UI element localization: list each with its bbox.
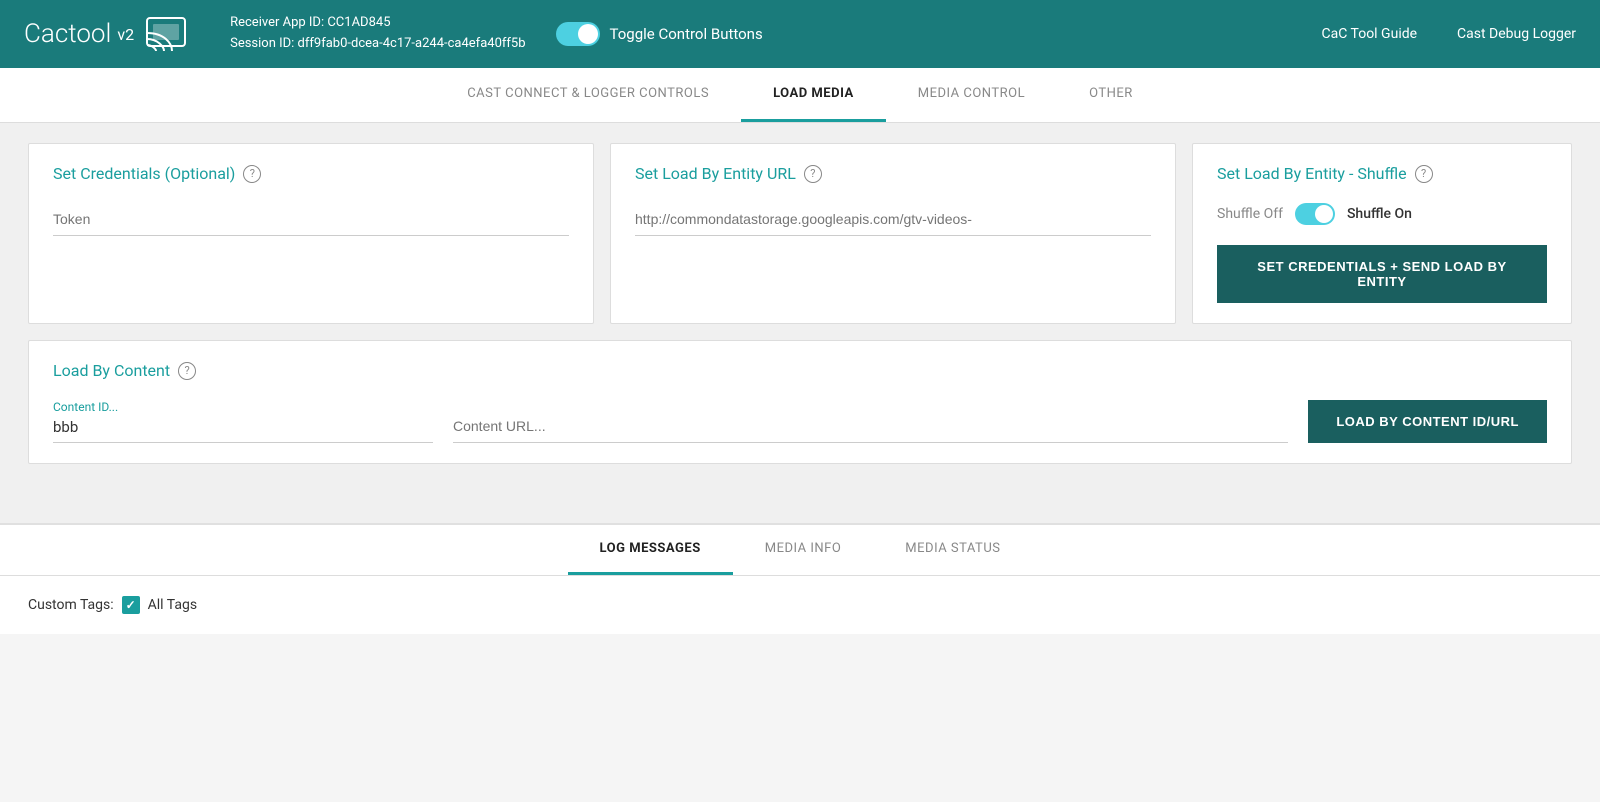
bottom-section: LOG MESSAGES MEDIA INFO MEDIA STATUS Cus… [0,523,1600,634]
content-id-section: Content ID... bbb [53,400,433,443]
token-input[interactable] [53,203,569,236]
logo: Cactool v2 [24,17,206,51]
credentials-card: Set Credentials (Optional) ? [28,143,594,324]
shuffle-help-icon[interactable]: ? [1415,165,1433,183]
shuffle-on-label: Shuffle On [1347,206,1412,222]
cast-debug-logger-link[interactable]: Cast Debug Logger [1457,26,1576,42]
session-id: Session ID: dff9fab0-dcea-4c17-a244-ca4e… [230,34,525,55]
bottom-tab-media-status[interactable]: MEDIA STATUS [873,525,1032,575]
load-by-content-button[interactable]: LOAD BY CONTENT ID/URL [1308,400,1547,443]
entity-url-card-title: Set Load By Entity URL ? [635,164,1151,183]
load-content-row: Content ID... bbb LOAD BY CONTENT ID/URL [53,400,1547,443]
receiver-app-id: Receiver App ID: CC1AD845 [230,13,525,34]
tab-load-media[interactable]: LOAD MEDIA [741,68,886,122]
content-url-section [453,410,1288,443]
set-credentials-send-load-button[interactable]: SET CREDENTIALS + SEND LOAD BY ENTITY [1217,245,1547,303]
load-content-card: Load By Content ? Content ID... bbb LOAD… [28,340,1572,464]
shuffle-card: Set Load By Entity - Shuffle ? Shuffle O… [1192,143,1572,324]
control-buttons-toggle[interactable] [556,22,600,46]
entity-url-card: Set Load By Entity URL ? [610,143,1176,324]
header-nav: CaC Tool Guide Cast Debug Logger [1322,26,1577,42]
content-id-label: Content ID... [53,400,433,414]
bottom-content-area: Custom Tags: All Tags [0,576,1600,634]
cast-icon [146,17,186,51]
logo-version: v2 [117,25,134,44]
load-content-help-icon[interactable]: ? [178,362,196,380]
toggle-section: Toggle Control Buttons [556,22,763,46]
custom-tags-label: Custom Tags: [28,597,114,613]
shuffle-toggle[interactable] [1295,203,1335,225]
bottom-tab-media-info[interactable]: MEDIA INFO [733,525,874,575]
all-tags-label: All Tags [148,597,197,613]
load-content-card-title: Load By Content ? [53,361,1547,380]
entity-url-input[interactable] [635,203,1151,236]
shuffle-row: Shuffle Off Shuffle On [1217,203,1547,225]
credentials-help-icon[interactable]: ? [243,165,261,183]
credentials-card-title: Set Credentials (Optional) ? [53,164,569,183]
all-tags-checkbox[interactable] [122,596,140,614]
entity-url-help-icon[interactable]: ? [804,165,822,183]
shuffle-card-title: Set Load By Entity - Shuffle ? [1217,164,1547,183]
shuffle-off-label: Shuffle Off [1217,206,1283,222]
bottom-tabs-bar: LOG MESSAGES MEDIA INFO MEDIA STATUS [0,525,1600,576]
custom-tags-row: Custom Tags: All Tags [28,596,1572,614]
cac-tool-guide-link[interactable]: CaC Tool Guide [1322,26,1418,42]
tab-cast-connect[interactable]: CAST CONNECT & LOGGER CONTROLS [435,68,741,122]
toggle-label: Toggle Control Buttons [610,25,763,43]
content-url-input[interactable] [453,410,1288,443]
bottom-tab-log-messages[interactable]: LOG MESSAGES [568,525,733,575]
main-content: Set Credentials (Optional) ? Set Load By… [0,123,1600,523]
header-ids: Receiver App ID: CC1AD845 Session ID: df… [230,13,525,55]
tab-media-control[interactable]: MEDIA CONTROL [886,68,1057,122]
cards-row: Set Credentials (Optional) ? Set Load By… [28,143,1572,324]
content-id-value: bbb [53,418,433,443]
tab-other[interactable]: OTHER [1057,68,1165,122]
header: Cactool v2 Receiver App ID: CC1AD845 Ses… [0,0,1600,68]
main-tabs-bar: CAST CONNECT & LOGGER CONTROLS LOAD MEDI… [0,68,1600,123]
logo-text: Cactool [24,19,111,49]
